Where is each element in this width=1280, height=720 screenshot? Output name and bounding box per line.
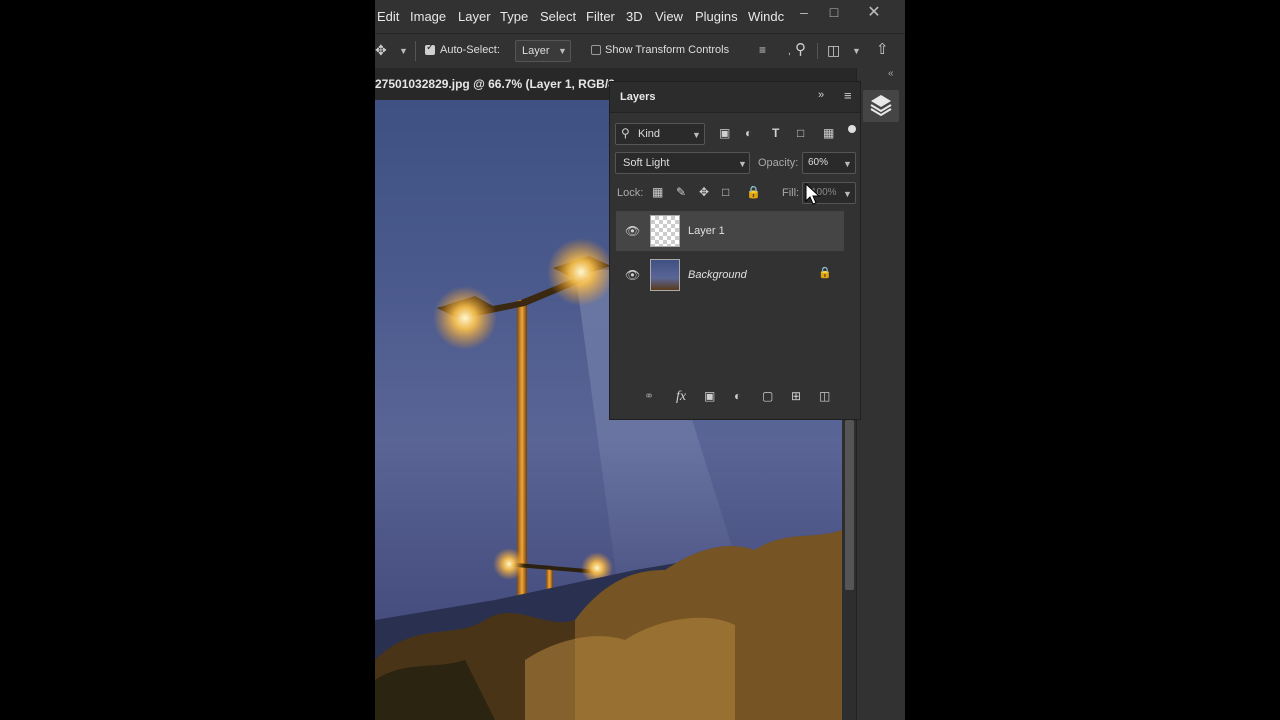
auto-select-label: Auto-Select: xyxy=(440,44,500,56)
new-layer-icon[interactable]: ⊞ xyxy=(791,390,801,402)
menu-view[interactable]: View xyxy=(655,9,683,24)
auto-select-checkbox[interactable]: ✓ xyxy=(425,42,435,55)
folder-icon[interactable]: ▢ xyxy=(762,390,773,402)
lock-image-icon[interactable]: ✎ xyxy=(676,186,686,198)
pixel-filter-icon[interactable]: ▣ xyxy=(719,127,730,139)
layer-thumbnail xyxy=(650,259,680,291)
expand-icon[interactable]: » xyxy=(818,90,824,101)
layer-filter-dropdown[interactable]: ⚲ Kind ▼ xyxy=(615,123,705,145)
shape-filter-icon[interactable]: □ xyxy=(797,127,804,139)
layer-row[interactable]: 👁 Layer 1 xyxy=(616,211,844,251)
close-icon[interactable]: ✕ xyxy=(864,2,884,22)
maximize-icon[interactable]: □ xyxy=(824,4,844,20)
menu-3d[interactable]: 3D xyxy=(626,9,643,24)
more-options-icon[interactable]: , xyxy=(788,47,791,57)
layers-panel-icon xyxy=(870,95,892,117)
show-transform-label: Show Transform Controls xyxy=(605,44,730,56)
layer-name[interactable]: Layer 1 xyxy=(688,225,725,237)
lock-all-icon[interactable]: 🔒 xyxy=(746,186,761,198)
divider xyxy=(415,41,416,61)
opacity-label: Opacity: xyxy=(758,157,799,169)
mouse-cursor xyxy=(805,183,821,205)
photoshop-window: Edit Image Layer Type Select Filter 3D V… xyxy=(375,0,905,720)
adjustment-filter-icon[interactable]: ◐ xyxy=(745,127,752,139)
blend-mode-value: Soft Light xyxy=(623,157,670,169)
opacity-value: 60% xyxy=(808,157,829,168)
document-title[interactable]: 27501032829.jpg @ 66.7% (Layer 1, RGB/8 xyxy=(375,77,615,91)
auto-select-dropdown-value: Layer xyxy=(522,45,550,57)
lock-icon: 🔒 xyxy=(818,267,832,279)
layers-panel-toggle[interactable] xyxy=(863,90,899,122)
layers-panel-header: Layers » ≡ xyxy=(610,82,860,113)
menu-layer[interactable]: Layer xyxy=(458,9,491,24)
link-icon[interactable]: ⚭ xyxy=(644,390,654,402)
menu-select[interactable]: Select xyxy=(540,9,576,24)
collapse-panels-icon[interactable]: « xyxy=(888,68,894,79)
chevron-down-icon[interactable]: ▼ xyxy=(852,46,861,56)
frame-icon[interactable]: ◫ xyxy=(827,43,840,57)
menu-image[interactable]: Image xyxy=(410,9,446,24)
opacity-field[interactable]: 60% ▼ xyxy=(802,152,856,174)
scrollbar-thumb[interactable] xyxy=(845,420,854,590)
chevron-down-icon: ▼ xyxy=(843,189,852,199)
filter-toggle-icon[interactable] xyxy=(848,125,856,133)
fill-label: Fill: xyxy=(782,187,800,199)
panel-dock-strip xyxy=(856,68,905,720)
search-icon[interactable]: ⚲ xyxy=(795,42,806,57)
menu-filter[interactable]: Filter xyxy=(586,9,615,24)
adjustment-icon[interactable]: ◐ xyxy=(734,390,741,402)
options-bar: ✥ ▼ ✓ Auto-Select: Layer ▼ Show Transfor… xyxy=(375,33,905,69)
trash-icon[interactable]: ◫ xyxy=(819,390,830,402)
chevron-down-icon: ▼ xyxy=(843,159,852,169)
menu-bar: Edit Image Layer Type Select Filter 3D V… xyxy=(375,0,905,33)
chevron-down-icon[interactable]: ▼ xyxy=(399,46,408,56)
align-icon[interactable]: ≡ xyxy=(759,44,766,56)
move-tool-icon[interactable]: ✥ xyxy=(375,43,387,57)
smart-object-filter-icon[interactable]: ▦ xyxy=(823,127,834,139)
share-icon[interactable]: ⇧ xyxy=(876,42,889,57)
checkmark-icon: ✓ xyxy=(426,42,435,53)
lock-label: Lock: xyxy=(617,187,644,199)
lock-artboard-icon[interactable]: □ xyxy=(722,186,729,198)
minimize-icon[interactable]: – xyxy=(794,4,814,20)
divider xyxy=(817,43,818,59)
chevron-down-icon: ▼ xyxy=(692,130,701,140)
search-icon: ⚲ xyxy=(621,126,630,140)
show-transform-checkbox[interactable] xyxy=(591,45,601,55)
chevron-down-icon: ▼ xyxy=(738,159,747,169)
lock-transparent-icon[interactable]: ▦ xyxy=(652,186,663,198)
eye-icon[interactable]: 👁 xyxy=(625,269,640,281)
layers-panel: Layers » ≡ ⚲ Kind ▼ ▣ ◐ T □ ▦ Soft Light… xyxy=(609,81,861,420)
blend-mode-dropdown[interactable]: Soft Light ▼ xyxy=(615,152,750,174)
type-filter-icon[interactable]: T xyxy=(772,127,779,139)
layers-panel-title[interactable]: Layers xyxy=(620,91,655,103)
layer-row[interactable]: 👁 Background 🔒 xyxy=(616,255,844,295)
menu-plugins[interactable]: Plugins xyxy=(695,9,738,24)
chevron-down-icon: ▼ xyxy=(558,46,567,56)
fx-icon[interactable]: fx xyxy=(676,390,686,404)
lock-position-icon[interactable]: ✥ xyxy=(699,186,709,198)
menu-window[interactable]: Windc xyxy=(748,9,784,24)
eye-icon[interactable]: 👁 xyxy=(625,225,640,237)
menu-edit[interactable]: Edit xyxy=(377,9,399,24)
layer-name[interactable]: Background xyxy=(688,269,747,281)
layers-panel-footer: ⚭ fx ▣ ◐ ▢ ⊞ ◫ xyxy=(610,382,860,418)
menu-type[interactable]: Type xyxy=(500,9,528,24)
panel-menu-icon[interactable]: ≡ xyxy=(844,89,852,102)
mask-icon[interactable]: ▣ xyxy=(704,390,715,402)
auto-select-dropdown[interactable]: Layer ▼ xyxy=(515,40,571,62)
layer-filter-value: Kind xyxy=(638,128,661,140)
layer-thumbnail xyxy=(650,215,680,247)
